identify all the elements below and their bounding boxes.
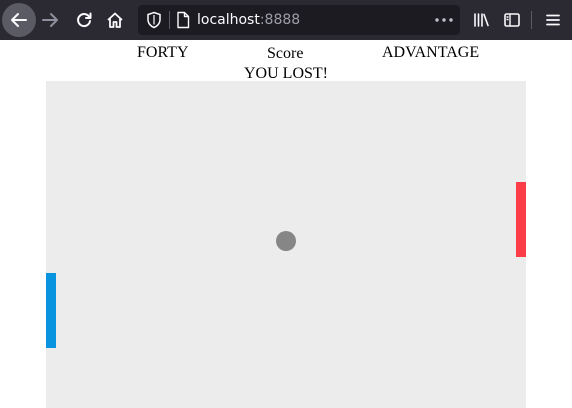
url-host: localhost (197, 12, 260, 28)
home-button[interactable] (99, 4, 131, 36)
page-icon[interactable] (176, 11, 190, 29)
url-separator (169, 11, 170, 29)
reload-icon (77, 12, 92, 28)
url-text[interactable]: localhost:8888 (197, 11, 300, 29)
home-icon (107, 12, 123, 28)
forward-arrow-icon (42, 13, 58, 27)
back-button[interactable] (2, 3, 36, 37)
toolbar-divider (531, 11, 532, 29)
address-bar[interactable]: localhost:8888 (138, 5, 460, 35)
menu-icon (546, 14, 560, 26)
right-player-score: ADVANTAGE (382, 44, 480, 61)
sidebar-icon (504, 13, 520, 27)
back-arrow-icon (11, 13, 27, 27)
reload-button[interactable] (68, 4, 100, 36)
library-icon (474, 13, 489, 27)
right-paddle (516, 182, 526, 257)
score-title: Score (267, 45, 304, 62)
left-paddle (46, 273, 56, 348)
sidebar-button[interactable] (496, 4, 528, 36)
url-port: :8888 (259, 12, 301, 28)
ball (276, 231, 296, 251)
more-icon[interactable] (434, 11, 454, 29)
shield-icon[interactable] (146, 11, 162, 29)
forward-button[interactable] (34, 4, 66, 36)
game-field[interactable] (46, 81, 526, 408)
left-player-score: FORTY (137, 44, 189, 61)
menu-button[interactable] (537, 4, 569, 36)
library-button[interactable] (465, 4, 497, 36)
browser-toolbar: localhost:8888 (0, 0, 572, 40)
